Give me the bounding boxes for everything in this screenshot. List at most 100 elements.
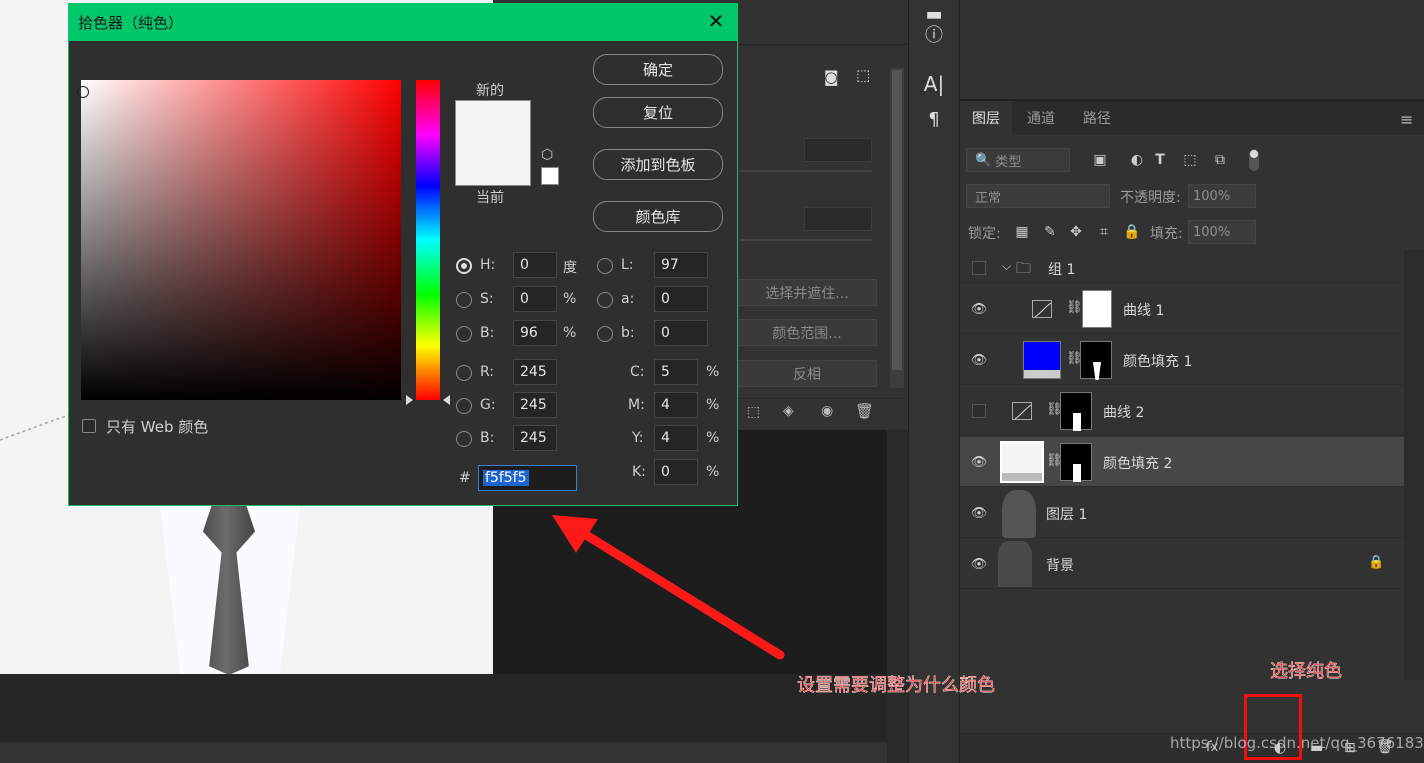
fill-thumbnail[interactable] — [1000, 441, 1044, 483]
invert-button[interactable]: 反相 — [737, 360, 877, 387]
filter-shape-icon[interactable]: ⬚ — [1180, 150, 1200, 170]
radio-g[interactable] — [456, 398, 472, 414]
visibility-toggle[interactable] — [972, 261, 986, 275]
cube-icon[interactable]: ⬡ — [541, 147, 553, 163]
radio-r[interactable] — [456, 365, 472, 381]
density-field[interactable] — [804, 138, 872, 162]
layer-thumbnail[interactable] — [998, 541, 1032, 587]
apply-mask-icon[interactable]: ◈ — [783, 403, 794, 419]
web-safe-swatch[interactable] — [541, 167, 559, 185]
delete-mask-icon[interactable]: 🗑 — [855, 402, 874, 420]
dialog-titlebar[interactable]: 拾色器（纯色） — [68, 3, 738, 41]
character-icon[interactable]: A| — [920, 70, 948, 98]
mask-icon[interactable]: ◙ — [824, 68, 844, 86]
add-to-swatches-button[interactable]: 添加到色板 — [593, 149, 723, 180]
lock-move-icon[interactable]: ✥ — [1066, 222, 1086, 242]
fill-input[interactable]: 100% — [1188, 220, 1256, 244]
color-cursor[interactable] — [77, 86, 89, 98]
tab-paths[interactable]: 路径 — [1071, 101, 1123, 135]
hue-handle-left[interactable] — [406, 395, 413, 405]
saturation-brightness-field[interactable] — [81, 80, 401, 400]
hue-slider[interactable] — [416, 80, 440, 400]
eye-icon[interactable]: 👁 — [970, 557, 988, 572]
s-input[interactable]: 0 — [513, 286, 557, 312]
layer-name[interactable]: 图层 1 — [1046, 504, 1087, 524]
visibility-toggle[interactable] — [972, 404, 986, 418]
layer-row-colorfill2[interactable]: 👁 ⛓ 颜色填充 2 — [960, 437, 1404, 487]
m-input[interactable]: 4 — [654, 392, 698, 418]
layer-row-layer1[interactable]: 👁 图层 1 — [960, 488, 1404, 538]
lock-transparent-icon[interactable]: ▦ — [1012, 222, 1032, 242]
hex-input[interactable]: f5f5f5 — [478, 465, 577, 491]
y-input[interactable]: 4 — [654, 425, 698, 451]
feather-field[interactable] — [804, 207, 872, 231]
radio-s[interactable] — [456, 292, 472, 308]
radio-h[interactable] — [456, 258, 472, 274]
filter-type-icon[interactable]: T — [1150, 150, 1170, 170]
layer-name[interactable]: 背景 — [1046, 555, 1074, 575]
layer-mask-thumbnail[interactable] — [1060, 443, 1092, 482]
l-input[interactable]: 97 — [654, 252, 708, 278]
link-icon[interactable]: ⛓ — [1066, 300, 1083, 315]
rgb-b-input[interactable]: 245 — [513, 425, 557, 451]
filter-pixel-icon[interactable]: ▣ — [1090, 150, 1110, 170]
a-input[interactable]: 0 — [654, 286, 708, 312]
blend-mode-select[interactable]: 正常 — [966, 184, 1110, 208]
filter-adjustment-icon[interactable]: ◐ — [1127, 150, 1147, 170]
properties-scroll-thumb[interactable] — [892, 70, 902, 370]
layer-row-group1[interactable]: ⌵ 🗀 组 1 — [960, 253, 1404, 283]
radio-l[interactable] — [597, 258, 613, 274]
eye-icon[interactable]: 👁 — [970, 455, 988, 470]
layer-name[interactable]: 组 1 — [1048, 259, 1075, 279]
radio-a[interactable] — [597, 292, 613, 308]
hue-handle-right[interactable] — [443, 395, 450, 405]
radio-rgb-b[interactable] — [456, 431, 472, 447]
k-input[interactable]: 0 — [654, 459, 698, 485]
layers-scrollbar[interactable] — [1404, 250, 1424, 680]
density-slider[interactable] — [740, 170, 872, 172]
fill-thumbnail[interactable] — [1023, 341, 1061, 379]
eye-icon[interactable]: 👁 — [970, 302, 988, 317]
layer-name[interactable]: 颜色填充 1 — [1123, 351, 1192, 371]
layer-name[interactable]: 曲线 1 — [1123, 300, 1164, 320]
vector-mask-icon[interactable]: ⬚ — [856, 66, 878, 86]
reset-button[interactable]: 复位 — [593, 97, 723, 128]
paragraph-icon[interactable]: ¶ — [920, 105, 948, 133]
lab-b-input[interactable]: 0 — [654, 320, 708, 346]
visibility-icon[interactable]: ◉ — [821, 403, 833, 419]
layer-thumbnail[interactable] — [1002, 490, 1036, 538]
lock-all-icon[interactable]: 🔒 — [1122, 222, 1142, 242]
load-selection-icon[interactable]: ⬚ — [747, 404, 760, 420]
ok-button[interactable]: 确定 — [593, 54, 723, 85]
select-mask-button[interactable]: 选择并遮住... — [737, 279, 877, 306]
layer-mask-thumbnail[interactable] — [1082, 290, 1112, 328]
layer-mask-thumbnail[interactable] — [1080, 341, 1112, 380]
layer-row-curves1[interactable]: 👁 ⛓ 曲线 1 — [960, 284, 1404, 334]
c-input[interactable]: 5 — [654, 359, 698, 385]
lock-artboard-icon[interactable]: ⌗ — [1094, 222, 1114, 242]
panel-menu-icon[interactable]: ≡ — [1400, 110, 1413, 129]
r-input[interactable]: 245 — [513, 359, 557, 385]
layer-row-background[interactable]: 👁 背景 🔒 — [960, 539, 1404, 589]
close-icon[interactable]: ✕ — [705, 9, 727, 33]
layer-name[interactable]: 曲线 2 — [1103, 402, 1144, 422]
eye-icon[interactable]: 👁 — [970, 506, 988, 521]
filter-kind-select[interactable]: 🔍 类型 — [966, 148, 1070, 172]
info-icon[interactable]: ⓘ — [920, 20, 948, 48]
eye-icon[interactable]: 👁 — [970, 353, 988, 368]
feather-slider[interactable] — [740, 239, 872, 241]
tab-layers[interactable]: 图层 — [960, 101, 1012, 135]
chevron-down-icon[interactable]: ⌵ — [1002, 259, 1011, 274]
layer-row-colorfill1[interactable]: 👁 ⛓ 颜色填充 1 — [960, 335, 1404, 385]
lock-paint-icon[interactable]: ✎ — [1040, 222, 1060, 242]
layer-name[interactable]: 颜色填充 2 — [1103, 453, 1172, 473]
h-input[interactable]: 0 — [513, 252, 557, 278]
tab-channels[interactable]: 通道 — [1015, 101, 1067, 135]
filter-toggle[interactable] — [1249, 149, 1259, 171]
web-colors-checkbox[interactable] — [82, 419, 96, 433]
b-input[interactable]: 96 — [513, 320, 557, 346]
color-range-button[interactable]: 颜色范围... — [737, 319, 877, 346]
radio-lab-b[interactable] — [597, 326, 613, 342]
color-libraries-button[interactable]: 颜色库 — [593, 201, 723, 232]
layer-row-curves2[interactable]: ⛓ 曲线 2 — [960, 386, 1404, 436]
